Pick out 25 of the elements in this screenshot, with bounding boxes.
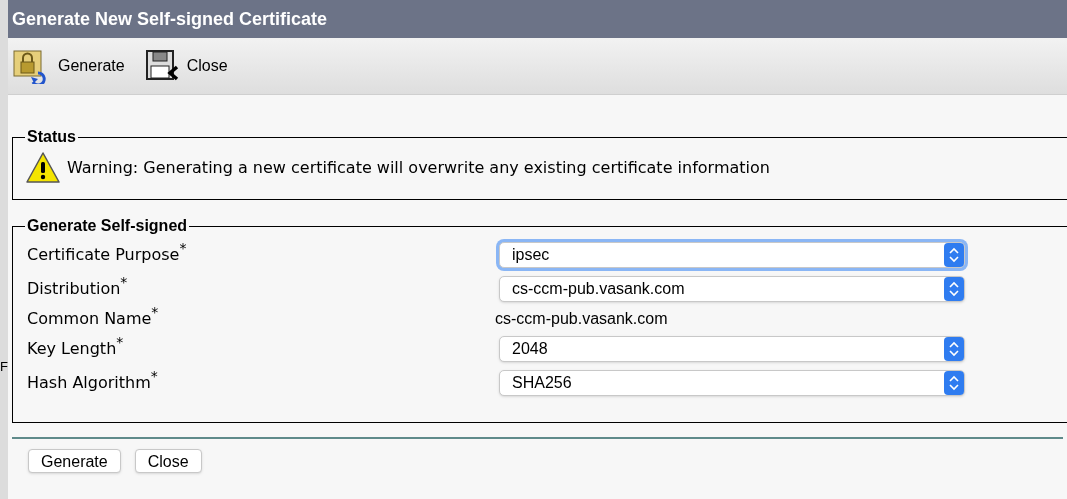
dropdown[interactable]: ipsec — [499, 242, 965, 268]
field-label: Key Length$^{*}$ — [26, 337, 125, 360]
window-title: Generate New Self-signed Certificate — [8, 0, 1067, 38]
toolbar-button[interactable]: Close — [144, 49, 228, 83]
dropdown[interactable]: SHA256 — [499, 370, 965, 396]
field-label: Hash Algorithm$^{*}$ — [26, 371, 159, 394]
warning-message: Warning: Generating a new certificate will overwrite any existing certificate information — [67, 157, 770, 179]
warning-icon — [25, 151, 61, 185]
stepper-icon — [944, 277, 964, 301]
field-label: Distribution$^{*}$ — [26, 277, 129, 300]
section-legend: Generate Self-signed — [25, 214, 190, 238]
stepper-icon — [944, 371, 964, 395]
action-button[interactable]: Close — [134, 449, 202, 473]
action-button[interactable]: Generate — [28, 449, 121, 473]
field-value: cs-ccm-pub.vasank.com — [495, 309, 668, 329]
toolbar-button[interactable]: Generate — [12, 48, 125, 84]
field-label: Certificate Purpose$^{*}$ — [26, 243, 188, 266]
dropdown[interactable]: cs-ccm-pub.vasank.com — [499, 276, 965, 302]
dropdown[interactable]: 2048 — [499, 336, 965, 362]
stepper-icon — [944, 243, 964, 267]
floppy-disk-icon — [144, 49, 179, 83]
field-label: Common Name$^{*}$ — [26, 307, 160, 330]
stepper-icon — [944, 337, 964, 361]
section-legend: Status — [25, 125, 78, 149]
background-text: F — [0, 360, 8, 373]
